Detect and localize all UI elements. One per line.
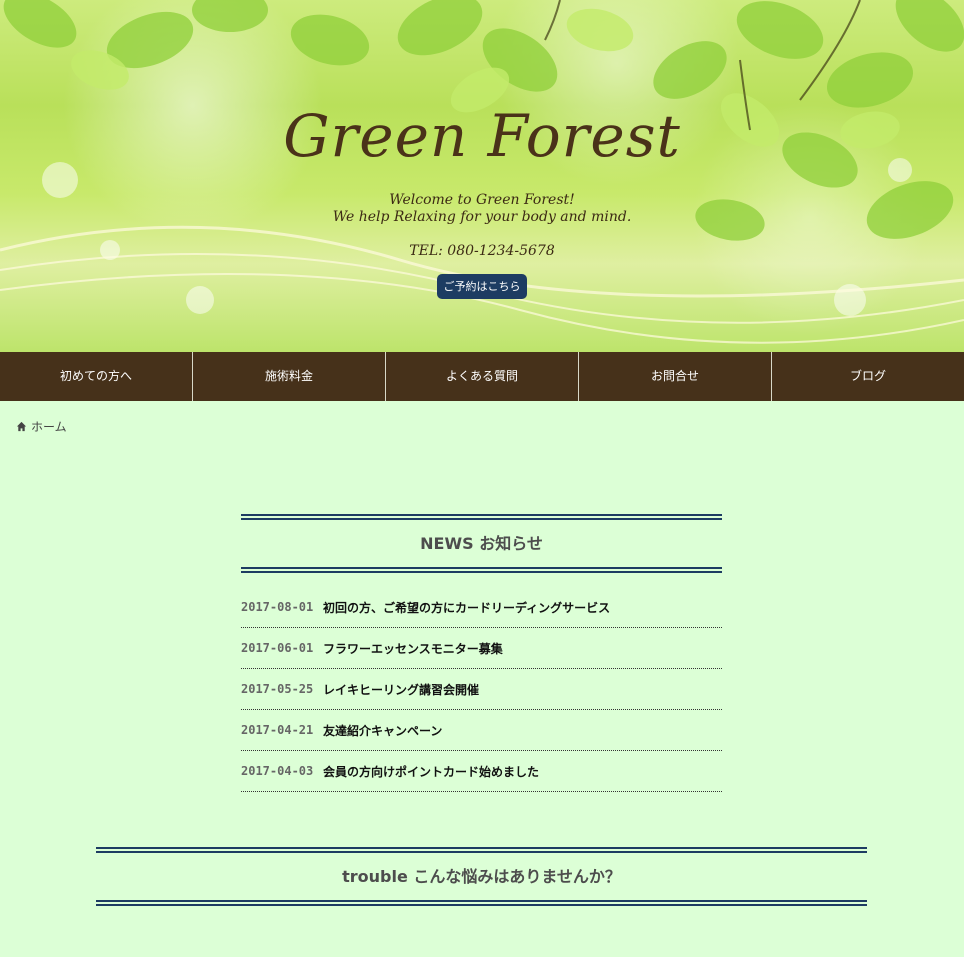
breadcrumb-home[interactable]: ホーム xyxy=(31,418,67,435)
site-tagline: Welcome to Green Forest! We help Relaxin… xyxy=(0,192,964,226)
main-nav: 初めての方へ 施術料金 よくある質問 お問合せ ブログ xyxy=(0,352,964,401)
list-item: 2017-05-25 レイキヒーリング講習会開催 xyxy=(241,669,722,710)
hero-banner: Green Forest Welcome to Green Forest! We… xyxy=(0,0,964,352)
nav-item-first-time[interactable]: 初めての方へ xyxy=(0,352,193,401)
leaves-background xyxy=(0,0,964,344)
news-link[interactable]: 友達紹介キャンペーン xyxy=(323,722,442,739)
nav-item-contact[interactable]: お問合せ xyxy=(579,352,772,401)
news-date: 2017-05-25 xyxy=(241,682,314,696)
trouble-section: trouble こんな悩みはありませんか？ xyxy=(96,847,867,906)
nav-item-pricing[interactable]: 施術料金 xyxy=(193,352,386,401)
news-list: 2017-08-01 初回の方、ご希望の方にカードリーディングサービス 2017… xyxy=(241,587,722,792)
nav-item-blog[interactable]: ブログ xyxy=(772,352,964,401)
divider xyxy=(241,567,722,573)
site-title: Green Forest xyxy=(283,102,681,170)
breadcrumb: ホーム xyxy=(16,418,67,435)
news-date: 2017-08-01 xyxy=(241,600,314,614)
reserve-button[interactable]: ご予約はこちら xyxy=(437,274,527,299)
trouble-title: trouble こんな悩みはありませんか？ xyxy=(342,867,621,886)
list-item: 2017-06-01 フラワーエッセンスモニター募集 xyxy=(241,628,722,669)
news-link[interactable]: フラワーエッセンスモニター募集 xyxy=(323,640,503,657)
news-date: 2017-06-01 xyxy=(241,641,314,655)
news-link[interactable]: 初回の方、ご希望の方にカードリーディングサービス xyxy=(323,599,610,616)
news-title: NEWS お知らせ xyxy=(420,534,543,553)
home-icon xyxy=(16,421,27,432)
tagline-line-2: We help Relaxing for your body and mind. xyxy=(332,209,632,225)
news-link[interactable]: レイキヒーリング講習会開催 xyxy=(323,681,479,698)
list-item: 2017-08-01 初回の方、ご希望の方にカードリーディングサービス xyxy=(241,587,722,628)
news-link[interactable]: 会員の方向けポイントカード始めました xyxy=(323,763,539,780)
list-item: 2017-04-03 会員の方向けポイントカード始めました xyxy=(241,751,722,792)
news-section: NEWS お知らせ 2017-08-01 初回の方、ご希望の方にカードリーディン… xyxy=(241,514,722,792)
tagline-line-1: Welcome to Green Forest! xyxy=(389,192,575,208)
divider xyxy=(96,900,867,906)
phone-number: TEL: 080-1234-5678 xyxy=(409,243,555,259)
list-item: 2017-04-21 友達紹介キャンペーン xyxy=(241,710,722,751)
news-date: 2017-04-03 xyxy=(241,764,314,778)
nav-item-faq[interactable]: よくある質問 xyxy=(386,352,579,401)
news-date: 2017-04-21 xyxy=(241,723,314,737)
